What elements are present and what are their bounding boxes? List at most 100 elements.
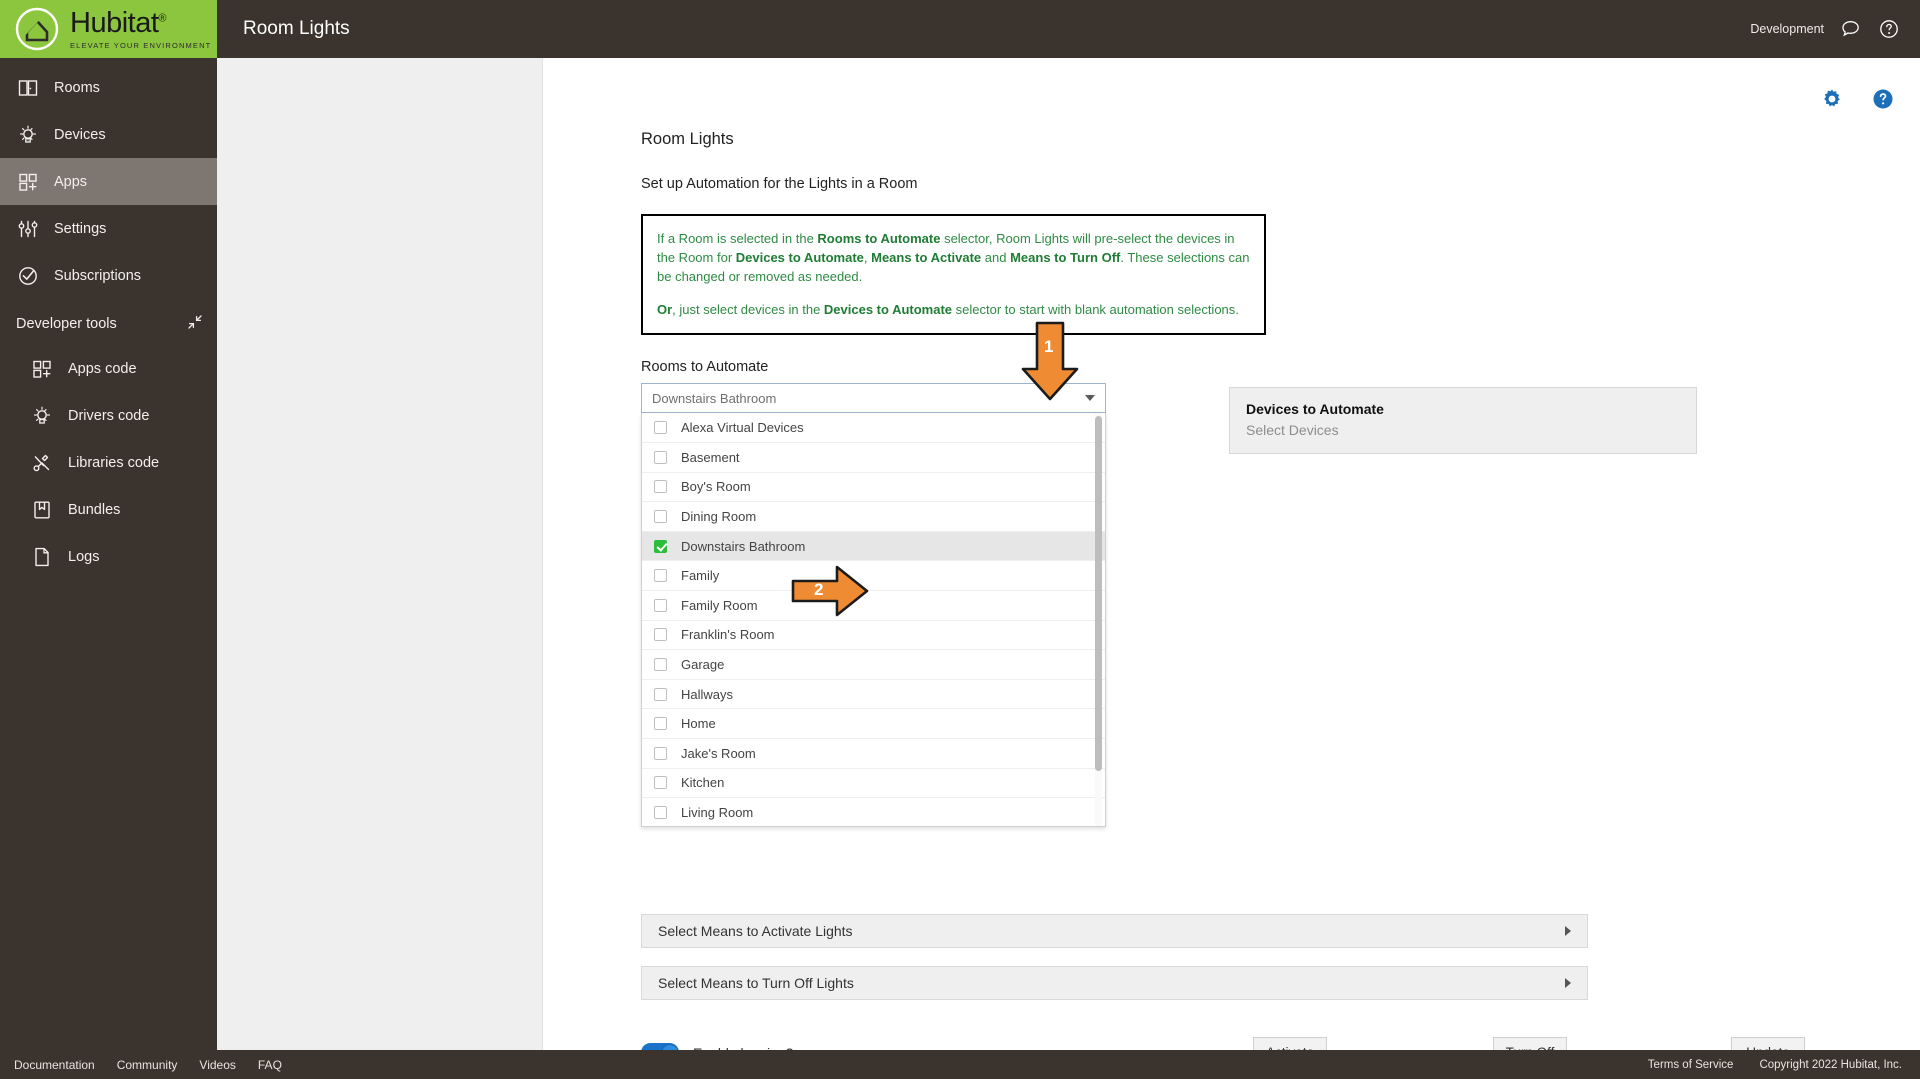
list-item-label: Family	[681, 568, 720, 584]
update-button[interactable]: Update	[1731, 1037, 1805, 1050]
list-item[interactable]: Hallways	[642, 680, 1105, 710]
info-text: selector to start with blank automation …	[952, 302, 1239, 318]
checkbox-icon[interactable]	[654, 421, 667, 435]
sidebar-item-rooms[interactable]: Rooms	[0, 64, 217, 111]
sidebar-item-label: Logs	[68, 548, 100, 565]
callout-arrow-1: 1	[1019, 321, 1081, 406]
checkbox-icon[interactable]	[654, 628, 667, 642]
devices-to-automate-panel[interactable]: Devices to Automate Select Devices	[1229, 387, 1697, 455]
checkbox-icon[interactable]	[654, 598, 667, 612]
rooms-options-list[interactable]: Alexa Virtual Devices Basement Boy's Roo…	[641, 413, 1106, 828]
info-bold-devices-to-automate-2: Devices to Automate	[823, 302, 953, 318]
sidebar-item-label: Bundles	[68, 501, 121, 518]
checkbox-icon[interactable]	[654, 776, 667, 790]
list-item-label: Home	[681, 716, 716, 732]
info-bold-means-to-activate: Means to Activate	[871, 250, 982, 266]
list-item-label: Garage	[681, 656, 725, 672]
list-item[interactable]: Living Room	[642, 798, 1105, 826]
accordion-activate-lights[interactable]: Select Means to Activate Lights	[641, 914, 1588, 948]
rooms-to-automate-selector: Rooms to Automate Downstairs Bathroom Al…	[641, 359, 1106, 828]
app-card: Room Lights Set up Automation for the Li…	[542, 58, 1920, 1050]
sidebar-item-drivers-code[interactable]: Drivers code	[14, 392, 217, 439]
document-icon	[30, 545, 54, 569]
list-item[interactable]: Garage	[642, 650, 1105, 680]
lightbulb-icon	[16, 123, 40, 147]
sidebar-item-subscriptions[interactable]: Subscriptions	[0, 252, 217, 299]
checkbox-icon[interactable]	[654, 717, 667, 731]
chevron-down-icon	[1085, 395, 1095, 402]
list-item-label: Basement	[681, 449, 740, 465]
list-item-label: Alexa Virtual Devices	[681, 420, 804, 436]
section-title: Room Lights	[641, 130, 734, 148]
rooms-list-scrollbar[interactable]	[1095, 416, 1102, 772]
footer-copyright: Copyright 2022 Hubitat, Inc.	[1759, 1058, 1902, 1071]
gear-icon[interactable]	[1821, 88, 1843, 110]
footer-link-faq[interactable]: FAQ	[258, 1058, 282, 1072]
checkbox-icon[interactable]	[654, 657, 667, 671]
chat-bubble-icon[interactable]	[1840, 18, 1862, 40]
info-bold-or: Or	[657, 302, 673, 318]
footer-right: Terms of Service Copyright 2022 Hubitat,…	[1648, 1059, 1902, 1071]
list-item-label: Boy's Room	[681, 479, 751, 495]
brand-logo-area[interactable]: Hubitat® ELEVATE YOUR ENVIRONMENT	[0, 0, 217, 58]
sidebar-item-label: Libraries code	[68, 454, 160, 471]
sliders-icon	[16, 217, 40, 241]
footer-link-documentation[interactable]: Documentation	[14, 1058, 95, 1072]
list-item[interactable]: Basement	[642, 443, 1105, 473]
sidebar-item-apps-code[interactable]: Apps code	[14, 345, 217, 392]
sidebar-item-logs[interactable]: Logs	[14, 533, 217, 580]
collapse-arrows-icon[interactable]	[187, 314, 203, 334]
checkbox-icon[interactable]	[654, 510, 667, 524]
devices-panel-title: Devices to Automate	[1246, 401, 1384, 418]
checkbox-icon[interactable]	[654, 480, 667, 494]
turn-off-button[interactable]: Turn Off	[1493, 1037, 1567, 1050]
hub-name-label: Development	[1750, 22, 1824, 36]
sidebar-item-devices[interactable]: Devices	[0, 111, 217, 158]
info-text: and	[981, 250, 1011, 266]
list-item[interactable]: Jake's Room	[642, 739, 1105, 769]
list-item[interactable]: Dining Room	[642, 502, 1105, 532]
content-area: Room Lights Set up Automation for the Li…	[217, 58, 1920, 1050]
sidebar-item-apps[interactable]: Apps	[0, 158, 217, 205]
enable-logging-toggle[interactable]	[641, 1043, 679, 1050]
footer-link-videos[interactable]: Videos	[199, 1058, 235, 1072]
footer-link-community[interactable]: Community	[117, 1058, 178, 1072]
accordion-label: Select Means to Turn Off Lights	[658, 975, 854, 991]
callout-number: 2	[814, 580, 824, 599]
info-text: , just select devices in the	[672, 302, 824, 318]
list-item[interactable]: Family Room	[642, 591, 1105, 621]
footer-terms-of-service[interactable]: Terms of Service	[1648, 1059, 1734, 1071]
checkbox-icon[interactable]	[654, 569, 667, 583]
list-item[interactable]: Kitchen	[642, 769, 1105, 799]
checkbox-icon[interactable]	[654, 687, 667, 701]
footer: Documentation Community Videos FAQ Terms…	[0, 1050, 1920, 1079]
list-item-selected[interactable]: Downstairs Bathroom	[642, 531, 1105, 562]
bundle-icon	[30, 498, 54, 522]
checkbox-icon[interactable]	[654, 805, 667, 819]
tools-icon	[30, 451, 54, 475]
top-bar: Hubitat® ELEVATE YOUR ENVIRONMENT Room L…	[0, 0, 1920, 58]
developer-tools-label: Developer tools	[16, 316, 117, 332]
list-item[interactable]: Boy's Room	[642, 473, 1105, 503]
question-circle-icon[interactable]	[1878, 18, 1900, 40]
checkbox-checked-icon[interactable]	[654, 539, 667, 553]
activate-button[interactable]: Activate	[1253, 1037, 1327, 1050]
sidebar-item-label: Subscriptions	[54, 267, 142, 284]
enable-logging-group: Enable logging?	[641, 1043, 1001, 1050]
card-toolbar	[543, 58, 1920, 118]
list-item-label: Family Room	[681, 597, 758, 613]
checkbox-icon[interactable]	[654, 450, 667, 464]
checkbox-icon[interactable]	[654, 746, 667, 760]
list-item[interactable]: Franklin's Room	[642, 621, 1105, 651]
sidebar-item-bundles[interactable]: Bundles	[14, 486, 217, 533]
list-item[interactable]: Family	[642, 561, 1105, 591]
sidebar-item-libraries-code[interactable]: Libraries code	[14, 439, 217, 486]
list-item[interactable]: Alexa Virtual Devices	[642, 413, 1105, 444]
devices-panel-placeholder: Select Devices	[1246, 422, 1339, 439]
list-item[interactable]: Home	[642, 709, 1105, 739]
developer-tools-submenu: Apps code Drivers code Libraries code Bu…	[0, 345, 217, 580]
accordion-turn-off-lights[interactable]: Select Means to Turn Off Lights	[641, 966, 1588, 1000]
sidebar-item-label: Apps code	[68, 360, 137, 377]
sidebar-item-settings[interactable]: Settings	[0, 205, 217, 252]
question-circle-icon[interactable]	[1871, 87, 1895, 111]
